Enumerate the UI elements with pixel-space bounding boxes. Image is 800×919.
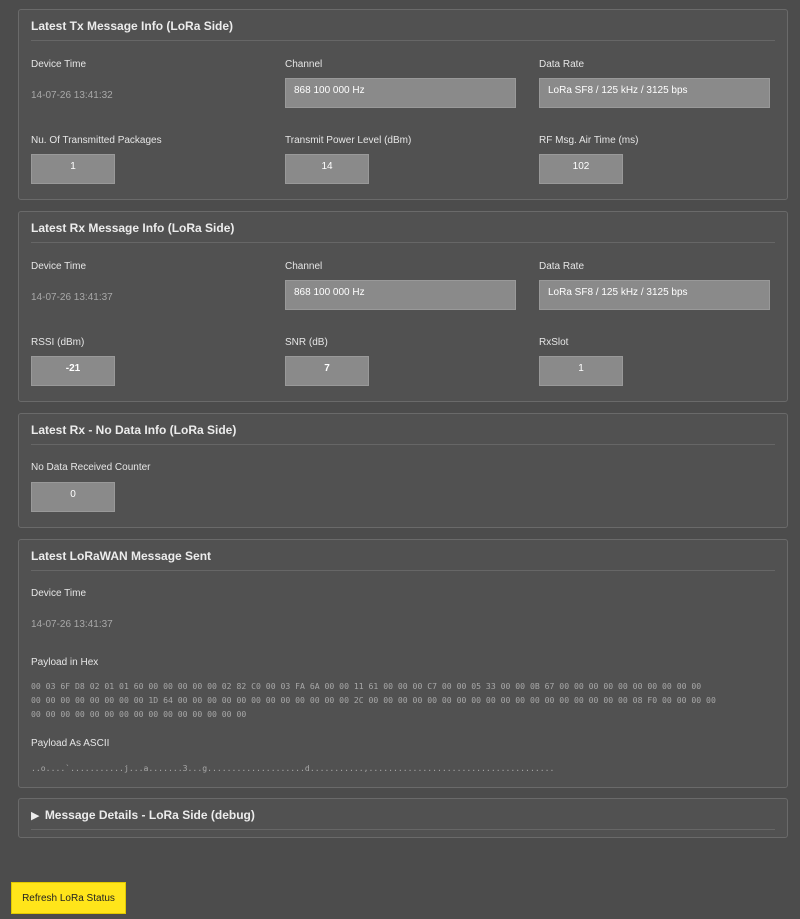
rx-snr-field: 7 [285,356,369,386]
debug-details-summary[interactable]: ▶ Message Details - LoRa Side (debug) [31,808,255,822]
nodata-counter-field: 0 [31,482,115,512]
tx-power-label: Transmit Power Level (dBm) [285,135,412,146]
rx-data-rate-label: Data Rate [539,261,585,272]
payload-hex-line-3: 00 00 00 00 00 00 00 00 00 00 00 00 00 0… [31,709,247,719]
tx-data-rate-field: LoRa SF8 / 125 kHz / 3125 bps [539,78,770,108]
tx-airtime-label: RF Msg. Air Time (ms) [539,135,639,146]
rx-rssi-field: -21 [31,356,115,386]
payload-hex-line-2: 00 00 00 00 00 00 00 00 1D 64 00 00 00 0… [31,695,716,705]
rx-channel-field: 868 100 000 Hz [285,280,516,310]
refresh-lora-status-button[interactable]: Refresh LoRa Status [11,882,126,914]
payload-ascii-label: Payload As ASCII [31,738,110,749]
rx-nodata-panel: Latest Rx - No Data Info (LoRa Side) No … [18,413,788,528]
lorawan-device-time-label: Device Time [31,588,87,599]
tx-device-time-value: 14-07-26 13:41:32 [31,90,113,101]
lorawan-device-time-value: 14-07-26 13:41:37 [31,619,113,630]
rx-channel-label: Channel [285,261,323,272]
debug-details-panel[interactable]: ▶ Message Details - LoRa Side (debug) [18,798,788,838]
tx-info-panel: Latest Tx Message Info (LoRa Side) Devic… [18,9,788,200]
tx-packages-label: Nu. Of Transmitted Packages [31,135,162,146]
tx-airtime-field: 102 [539,154,623,184]
tx-channel-label: Channel [285,59,323,70]
rx-data-rate-field: LoRa SF8 / 125 kHz / 3125 bps [539,280,770,310]
rx-info-panel: Latest Rx Message Info (LoRa Side) Devic… [18,211,788,402]
tx-panel-divider [31,40,775,41]
payload-ascii-value: ..o....`...........j...a.......3...g....… [31,763,555,773]
tx-panel-title: Latest Tx Message Info (LoRa Side) [31,19,234,33]
payload-hex-label: Payload in Hex [31,657,99,668]
tx-device-time-label: Device Time [31,59,87,70]
rx-device-time-value: 14-07-26 13:41:37 [31,292,113,303]
tx-data-rate-label: Data Rate [539,59,585,70]
lorawan-panel-divider [31,570,775,571]
rx-rxslot-label: RxSlot [539,337,569,348]
nodata-panel-divider [31,444,775,445]
tx-power-field: 14 [285,154,369,184]
lorawan-message-panel: Latest LoRaWAN Message Sent Device Time … [18,539,788,788]
lorawan-panel-title: Latest LoRaWAN Message Sent [31,549,212,563]
tx-packages-field: 1 [31,154,115,184]
rx-panel-title: Latest Rx Message Info (LoRa Side) [31,221,235,235]
debug-panel-divider [31,829,775,830]
expand-triangle-icon: ▶ [31,810,40,822]
nodata-counter-label: No Data Received Counter [31,462,151,473]
rx-rssi-label: RSSI (dBm) [31,337,85,348]
debug-details-title: Message Details - LoRa Side (debug) [44,808,255,822]
payload-hex-line-1: 00 03 6F D8 02 01 01 60 00 00 00 00 00 0… [31,681,702,691]
tx-channel-field: 868 100 000 Hz [285,78,516,108]
nodata-panel-title: Latest Rx - No Data Info (LoRa Side) [31,423,237,437]
rx-rxslot-field: 1 [539,356,623,386]
rx-device-time-label: Device Time [31,261,87,272]
rx-snr-label: SNR (dB) [285,337,328,348]
rx-panel-divider [31,242,775,243]
